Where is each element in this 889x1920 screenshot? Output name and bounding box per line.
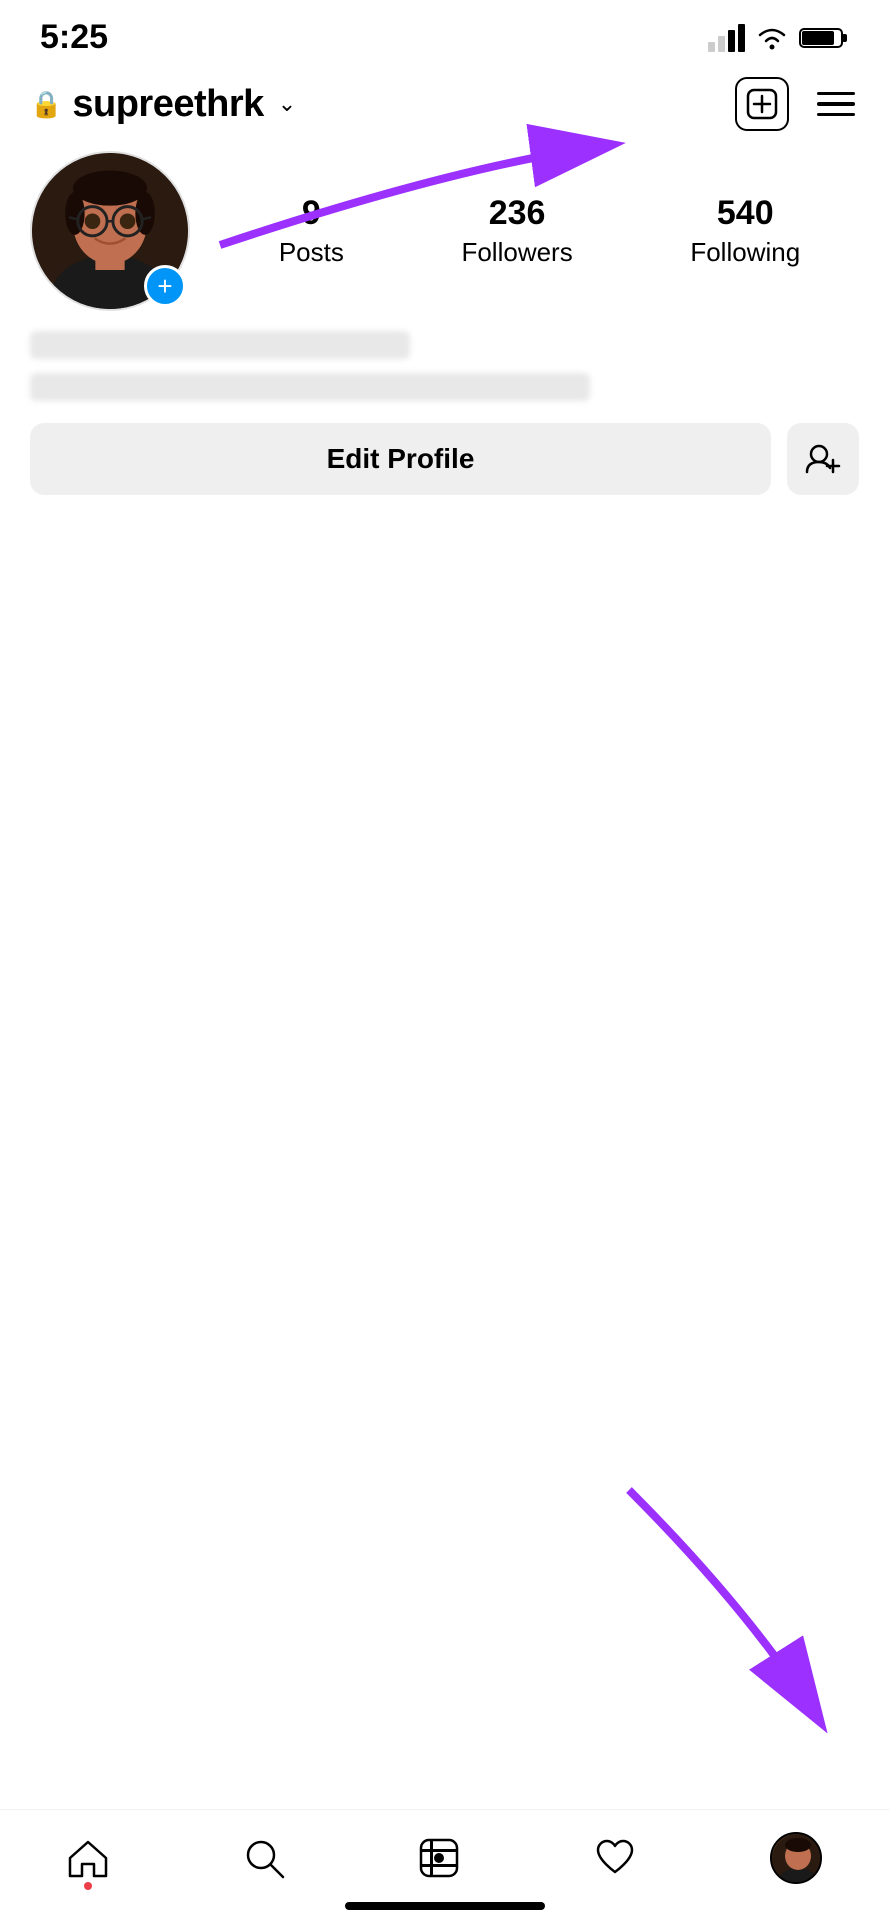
home-dot <box>84 1882 92 1890</box>
header-right <box>735 77 859 131</box>
menu-line-1 <box>817 92 855 96</box>
bio-line-2 <box>30 373 590 401</box>
nav-profile[interactable] <box>754 1826 838 1890</box>
menu-button[interactable] <box>813 88 859 121</box>
annotation-arrow-bottom <box>549 1430 869 1750</box>
heart-icon <box>594 1838 636 1878</box>
lock-icon: 🔒 <box>30 89 62 120</box>
nav-home[interactable] <box>51 1832 125 1884</box>
home-icon <box>67 1838 109 1878</box>
action-buttons: Edit Profile <box>30 423 859 495</box>
status-time: 5:25 <box>40 18 108 57</box>
home-indicator <box>345 1902 545 1910</box>
avatar-wrap: + <box>30 151 190 311</box>
signal-icon <box>708 24 745 52</box>
new-post-icon <box>746 88 778 120</box>
following-count: 540 <box>717 194 774 233</box>
followers-stat[interactable]: 236 Followers <box>461 194 572 268</box>
edit-profile-button[interactable]: Edit Profile <box>30 423 771 495</box>
nav-activity[interactable] <box>578 1832 652 1884</box>
new-post-button[interactable] <box>735 77 789 131</box>
nav-items <box>0 1826 889 1890</box>
profile-section: + 9 Posts 236 Followers 540 Following Ed… <box>0 141 889 495</box>
stats-row: 9 Posts 236 Followers 540 Following <box>220 194 859 268</box>
profile-top: + 9 Posts 236 Followers 540 Following <box>30 151 859 311</box>
posts-stat[interactable]: 9 Posts <box>279 194 344 268</box>
nav-reels[interactable] <box>402 1831 476 1885</box>
add-friend-button[interactable] <box>787 423 859 495</box>
bio-line-1 <box>30 331 410 359</box>
bio-area <box>30 331 859 401</box>
status-icons <box>708 24 849 52</box>
username[interactable]: supreethrk <box>72 83 263 126</box>
profile-avatar-nav-image <box>772 1834 822 1884</box>
posts-label: Posts <box>279 237 344 268</box>
following-label: Following <box>690 237 800 268</box>
menu-line-2 <box>817 102 855 106</box>
add-story-button[interactable]: + <box>144 265 186 307</box>
nav-search[interactable] <box>227 1831 301 1885</box>
battery-icon <box>799 26 849 50</box>
header: 🔒 supreethrk ⌄ <box>0 67 889 141</box>
add-friend-icon <box>805 444 841 474</box>
chevron-down-icon[interactable]: ⌄ <box>278 91 296 117</box>
profile-avatar-nav[interactable] <box>770 1832 822 1884</box>
menu-line-3 <box>817 113 855 117</box>
search-icon <box>243 1837 285 1879</box>
status-bar: 5:25 <box>0 0 889 67</box>
header-left: 🔒 supreethrk ⌄ <box>30 83 296 126</box>
following-stat[interactable]: 540 Following <box>690 194 800 268</box>
posts-count: 9 <box>302 194 321 233</box>
wifi-icon <box>755 25 789 51</box>
followers-count: 236 <box>489 194 546 233</box>
followers-label: Followers <box>461 237 572 268</box>
reels-icon <box>418 1837 460 1879</box>
